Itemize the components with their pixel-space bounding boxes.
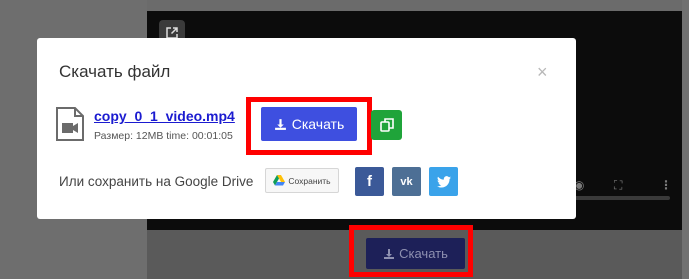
close-icon[interactable]: × xyxy=(537,62,548,83)
background-download-button[interactable]: Скачать xyxy=(366,238,465,269)
fullscreen-icon[interactable]: ⛶ xyxy=(614,178,622,193)
download-label: Скачать xyxy=(291,116,345,132)
google-drive-save-button[interactable]: Сохранить xyxy=(265,168,339,193)
google-drive-icon xyxy=(273,175,286,186)
twitter-bird-icon xyxy=(436,175,451,188)
facebook-icon: f xyxy=(367,173,372,190)
google-drive-save-label: Сохранить xyxy=(288,175,331,186)
page-background-right xyxy=(682,0,689,279)
download-button[interactable]: Скачать xyxy=(261,107,357,141)
modal-title: Скачать файл xyxy=(59,62,171,81)
download-icon xyxy=(384,248,395,259)
facebook-share-button[interactable]: f xyxy=(355,167,384,196)
copy-link-button[interactable] xyxy=(371,110,402,140)
background-download-label: Скачать xyxy=(399,246,448,261)
google-drive-prompt: Или сохранить на Google Drive xyxy=(59,174,254,189)
copy-icon xyxy=(379,118,394,132)
video-file-icon xyxy=(55,107,85,146)
twitter-share-button[interactable] xyxy=(429,167,458,196)
download-icon xyxy=(274,118,286,130)
file-name-link[interactable]: copy_0_1_video.mp4 xyxy=(94,108,235,124)
more-options-icon[interactable]: ⋮ xyxy=(660,178,672,192)
vk-icon: vk xyxy=(400,175,413,188)
download-modal: Скачать файл × copy_0_1_video.mp4 Размер… xyxy=(37,38,576,219)
file-meta: Размер: 12MB time: 00:01:05 xyxy=(94,130,233,142)
vk-share-button[interactable]: vk xyxy=(392,167,421,196)
